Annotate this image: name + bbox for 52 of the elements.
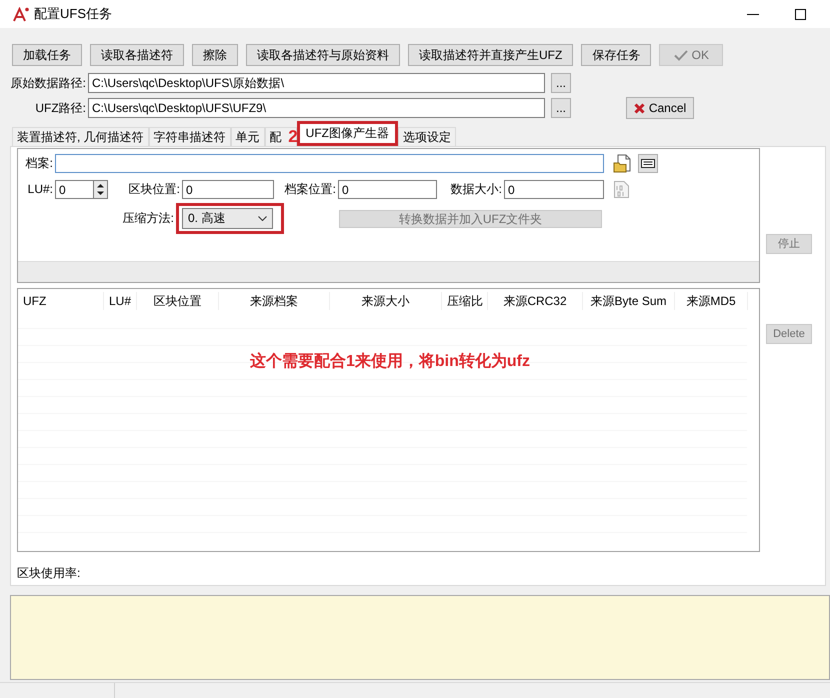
column-header[interactable]: 压缩比 [442,292,488,310]
tab[interactable]: 字符串描述符 [148,127,231,146]
path-label: UFZ路径: [34,100,87,116]
column-header[interactable]: 区块位置 [137,292,219,310]
field-label: 数据大小: [450,182,503,197]
window-title: 配置UFS任务 [34,6,112,22]
compression-dropdown[interactable]: 0. 高速 [182,208,273,229]
toolbar-button[interactable]: 读取各描述符与原始资料 [246,44,400,66]
toolbar-button[interactable]: 保存任务 [581,44,652,66]
column-header[interactable]: LU# [104,292,137,310]
toolbar-button[interactable]: 读取描述符并直接产生UFZ [408,44,574,66]
path-field[interactable]: C:\Users\qc\Desktop\UFS\原始数据\ [88,73,545,93]
panel-button[interactable] [638,154,658,173]
toolbar-button[interactable]: 擦除 [192,44,238,66]
lu-field[interactable]: 0 [55,180,93,199]
field-label: LU#: [26,182,54,197]
tab[interactable]: 装置描述符, 几何描述符 [12,127,149,146]
spin-arrows-icon[interactable] [93,180,108,199]
cancel-button[interactable]: Cancel [626,97,694,119]
app-logo-icon [13,6,29,22]
column-header[interactable]: 来源档案 [219,292,330,310]
toolbar-button[interactable]: 加载任务 [12,44,82,66]
field-label: 压缩方法: [122,211,175,226]
folder-document-icon[interactable] [613,154,632,173]
panel-icon [641,159,655,168]
field-label: 档案位置: [284,182,337,197]
tab[interactable]: 单元 [230,127,265,146]
column-header[interactable]: 来源Byte Sum [583,292,675,310]
path-label: 原始数据路径: [10,76,87,90]
field-label: 区块位置: [128,182,181,197]
tab[interactable]: UFZ图像产生器 [296,121,398,146]
column-header[interactable]: 来源大小 [330,292,442,310]
annotation-note: 这个需要配合1来使用，将bin转化为ufz [250,352,530,372]
annotation-number: 2 [288,127,298,146]
number-field[interactable]: 0 [504,180,604,199]
column-header[interactable]: UFZ [18,292,104,310]
number-field[interactable]: 0 [338,180,437,199]
browse-button[interactable]: ... [551,73,571,93]
column-header[interactable]: 来源CRC32 [488,292,583,310]
number-field[interactable]: 0 [182,180,274,199]
usage-label: 区块使用率: [17,566,80,580]
toolbar-button[interactable]: 读取各描述符 [90,44,184,66]
column-header[interactable]: 来源MD5 [675,292,748,310]
chevron-down-icon [258,216,267,221]
file-field[interactable] [55,154,604,173]
browse-button[interactable]: ... [551,98,571,118]
tab[interactable]: 选项设定 [398,127,456,146]
path-field[interactable]: C:\Users\qc\Desktop\UFS\UFZ9\ [88,98,545,118]
check-icon [674,50,688,60]
field-label: 档案: [24,156,54,171]
maximize-icon[interactable] [795,8,806,20]
close-icon [634,102,645,114]
